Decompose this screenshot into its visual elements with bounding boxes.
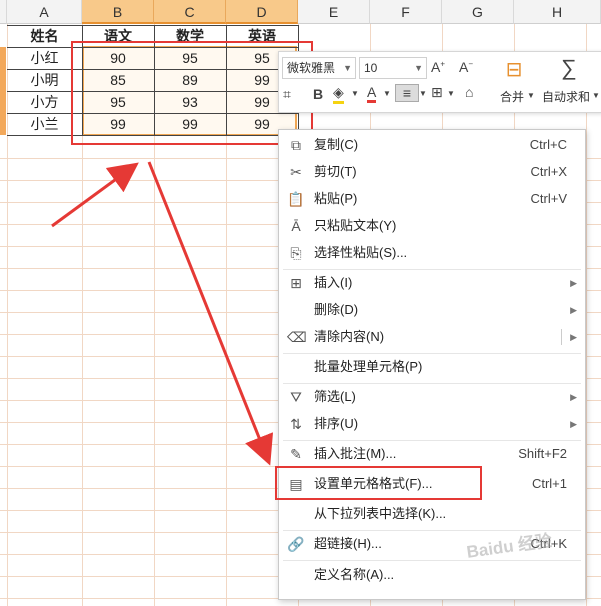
menu-item-pick-from-list[interactable]: 从下拉列表中选择(K)...	[279, 501, 585, 527]
menu-item-label: 清除内容(N)	[314, 329, 385, 344]
menu-item-label: 复制(C)	[314, 137, 359, 152]
scissors-icon: ✂	[290, 164, 302, 180]
submenu-arrow-icon: ▶	[570, 419, 577, 429]
annotation-box-data-range	[71, 41, 313, 145]
menu-item-cut[interactable]: ✂ 剪切(T) Ctrl+X	[279, 159, 585, 185]
menu-item-label: 粘贴(P)	[314, 191, 358, 206]
submenu-arrow-icon: ▶	[570, 305, 577, 315]
increase-font-icon[interactable]: A+	[431, 59, 445, 75]
font-size-value: 10	[364, 61, 378, 75]
row-selection-marker	[0, 47, 6, 135]
merge-cells-button[interactable]: 合并	[500, 88, 524, 105]
clear-format-icon[interactable]: ⌂	[465, 84, 473, 100]
column-header-a[interactable]: A	[7, 0, 82, 24]
chevron-down-icon[interactable]: ▼	[447, 89, 455, 98]
menu-item-label: 插入批注(M)...	[314, 446, 397, 461]
menu-item-insert-comment[interactable]: ✎ 插入批注(M)... Shift+F2	[279, 441, 585, 467]
column-header-d[interactable]: D	[226, 0, 298, 24]
link-icon: 🔗	[287, 536, 305, 552]
menu-item-insert[interactable]: ⊞ 插入(I) ▶	[279, 270, 585, 296]
menu-split-divider	[561, 329, 562, 345]
menu-item-shortcut: Ctrl+V	[530, 191, 567, 206]
chevron-down-icon[interactable]: ▼	[419, 89, 427, 98]
paste-text-icon: Ā	[291, 218, 301, 234]
mini-toolbar[interactable]: 微软雅黑 ▼ 10 ▼ A+ A− ⌗ B ◈ ▼ A ▼ ≡ ▼ ⊞ ▼ ⌂ …	[278, 51, 601, 113]
menu-item-label: 只粘贴文本(Y)	[314, 218, 397, 233]
menu-item-label: 批量处理单元格(P)	[314, 359, 423, 374]
comment-icon: ✎	[290, 446, 302, 462]
menu-item-clear-content[interactable]: ⌫ 清除内容(N) ▶	[279, 324, 585, 350]
format-painter-icon[interactable]: ⌗	[283, 86, 291, 103]
menu-item-shortcut: Ctrl+C	[529, 137, 567, 152]
menu-item-label: 选择性粘贴(S)...	[314, 245, 408, 260]
menu-item-sort[interactable]: ⇅ 排序(U) ▶	[279, 411, 585, 437]
menu-item-shortcut: Shift+F2	[518, 446, 567, 461]
font-name-value: 微软雅黑	[287, 61, 336, 75]
merge-cells-icon[interactable]: ⊟	[494, 57, 534, 82]
menu-item-label: 排序(U)	[314, 416, 359, 431]
submenu-arrow-icon: ▶	[570, 332, 577, 342]
column-header-f[interactable]: F	[370, 0, 442, 24]
align-center-icon[interactable]: ≡	[395, 84, 419, 102]
chevron-down-icon[interactable]: ▼	[592, 91, 600, 100]
eraser-icon: ⌫	[287, 329, 307, 345]
autosum-button[interactable]: 自动求和	[542, 88, 590, 105]
autosum-icon[interactable]: ∑	[549, 55, 589, 81]
column-header-h[interactable]: H	[514, 0, 601, 24]
column-header-e[interactable]: E	[298, 0, 370, 24]
menu-item-shortcut: Ctrl+1	[531, 476, 567, 491]
sort-icon: ⇅	[290, 416, 302, 432]
menu-item-label: 剪切(T)	[314, 164, 357, 179]
chevron-down-icon: ▼	[414, 63, 423, 73]
filter-icon: ⛛	[290, 389, 302, 405]
menu-item-paste[interactable]: 📋 粘贴(P) Ctrl+V	[279, 186, 585, 212]
insert-icon: ⊞	[290, 275, 302, 291]
bold-icon[interactable]: B	[313, 86, 323, 102]
menu-item-label: 筛选(L)	[314, 389, 356, 404]
font-size-dropdown[interactable]: 10 ▼	[359, 57, 427, 79]
column-header-c[interactable]: C	[154, 0, 226, 24]
menu-item-batch-process[interactable]: 批量处理单元格(P)	[279, 354, 585, 380]
font-name-dropdown[interactable]: 微软雅黑 ▼	[282, 57, 356, 79]
paste-icon: 📋	[287, 191, 305, 207]
menu-item-label: 超链接(H)...	[314, 536, 382, 551]
chevron-down-icon: ▼	[343, 63, 352, 73]
chevron-down-icon[interactable]: ▼	[351, 89, 359, 98]
menu-separator	[283, 560, 581, 561]
borders-icon[interactable]: ⊞	[431, 84, 443, 101]
submenu-arrow-icon: ▶	[570, 392, 577, 402]
copy-icon: ⧉	[291, 137, 301, 153]
decrease-font-icon[interactable]: A−	[459, 59, 473, 75]
menu-item-filter[interactable]: ⛛ 筛选(L) ▶	[279, 384, 585, 410]
fill-color-icon[interactable]: ◈	[333, 84, 344, 104]
column-header-corner[interactable]	[0, 0, 7, 24]
chevron-down-icon[interactable]: ▼	[527, 91, 535, 100]
menu-item-paste-text[interactable]: Ā 只粘贴文本(Y)	[279, 213, 585, 239]
menu-item-delete[interactable]: 删除(D) ▶	[279, 297, 585, 323]
menu-item-label: 从下拉列表中选择(K)...	[314, 506, 447, 521]
font-color-icon[interactable]: A	[367, 84, 377, 103]
menu-item-shortcut: Ctrl+X	[530, 164, 567, 179]
chevron-down-icon[interactable]: ▼	[383, 89, 391, 98]
column-header-g[interactable]: G	[442, 0, 514, 24]
paste-special-icon: ⎘	[290, 245, 302, 261]
menu-item-label: 插入(I)	[314, 275, 353, 290]
column-header-b[interactable]: B	[82, 0, 154, 24]
annotation-box-format-cells	[275, 466, 482, 500]
menu-item-label: 删除(D)	[314, 302, 359, 317]
menu-item-copy[interactable]: ⧉ 复制(C) Ctrl+C	[279, 132, 585, 158]
submenu-arrow-icon: ▶	[570, 278, 577, 288]
menu-item-define-name[interactable]: 定义名称(A)...	[279, 562, 585, 588]
menu-item-paste-special[interactable]: ⎘ 选择性粘贴(S)...	[279, 240, 585, 266]
menu-item-label: 定义名称(A)...	[314, 567, 395, 582]
